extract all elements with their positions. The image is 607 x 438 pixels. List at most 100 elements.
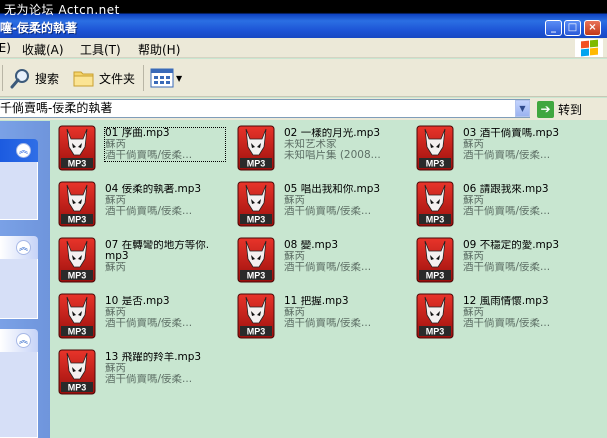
file-item[interactable]: MP3 07 在轉彎的地方等你.mp3 蘇芮 (50, 233, 220, 283)
views-icon (150, 68, 174, 88)
menu-favorites[interactable]: 收藏(A) (22, 41, 64, 58)
task-pane: ︽ ︽ ︽ (0, 121, 50, 438)
svg-text:MP3: MP3 (247, 159, 266, 169)
svg-text:MP3: MP3 (68, 215, 87, 225)
file-album: 酒干倘賣嗎/佞柔... (463, 262, 551, 273)
file-item[interactable]: MP3 01 序曲.mp3 蘇芮 酒干倘賣嗎/佞柔... (50, 121, 226, 171)
address-bar: 千倘賣嗎-佞柔的執著 ▼ ➔ 转到 (0, 98, 607, 120)
file-album: 酒干倘賣嗎/佞柔... (105, 374, 193, 385)
menu-help[interactable]: 帮助(H) (138, 41, 180, 58)
file-artist: 蘇芮 (105, 262, 126, 273)
file-text: 12 風雨情懷.mp3 蘇芮 酒干倘賣嗎/佞柔... (463, 296, 583, 329)
windows-logo-icon (575, 39, 603, 57)
task-pane-section-header[interactable]: ︽ (0, 329, 38, 352)
folder-icon (73, 71, 94, 87)
file-item[interactable]: MP3 11 把握.mp3 蘇芮 酒干倘賣嗎/佞柔... (229, 289, 399, 339)
menu-bar: (E) 收藏(A) 工具(T) 帮助(H) (0, 38, 607, 58)
file-item[interactable]: MP3 06 請跟我來.mp3 蘇芮 酒干倘賣嗎/佞柔... (408, 177, 578, 227)
file-name: 06 請跟我來.mp3 (463, 184, 549, 195)
mp3-file-icon: MP3 (237, 237, 275, 283)
file-text: 10 是否.mp3 蘇芮 酒干倘賣嗎/佞柔... (105, 296, 225, 329)
file-artist: 未知艺术家 (284, 139, 337, 150)
file-artist: 蘇芮 (463, 251, 484, 262)
address-dropdown-button[interactable]: ▼ (515, 100, 530, 117)
svg-text:MP3: MP3 (247, 271, 266, 281)
collapse-icon[interactable]: ︽ (16, 143, 31, 158)
folders-button[interactable]: 文件夹 (72, 66, 135, 90)
mp3-file-icon: MP3 (416, 293, 454, 339)
arrow-right-icon: ➔ (537, 100, 554, 118)
file-item[interactable]: MP3 13 飛躍的羚羊.mp3 蘇芮 酒干倘賣嗎/佞柔... (50, 345, 220, 395)
toolbar-separator (143, 65, 144, 91)
svg-text:MP3: MP3 (426, 215, 445, 225)
file-name: 07 在轉彎的地方等你.mp3 (105, 240, 210, 262)
task-pane-section-header[interactable]: ︽ (0, 236, 38, 259)
file-artist: 蘇芮 (463, 139, 484, 150)
mp3-file-icon: MP3 (58, 349, 96, 395)
file-list-view[interactable]: MP3 01 序曲.mp3 蘇芮 酒干倘賣嗎/佞柔... MP3 02 一樣的月… (50, 121, 607, 438)
file-album: 酒干倘賣嗎/佞柔... (105, 318, 193, 329)
svg-text:MP3: MP3 (426, 271, 445, 281)
file-name: 05 唱出我和你.mp3 (284, 184, 381, 195)
collapse-icon[interactable]: ︽ (16, 240, 31, 255)
file-artist: 蘇芮 (105, 363, 126, 374)
svg-text:MP3: MP3 (247, 215, 266, 225)
search-button[interactable]: 搜索 (10, 66, 59, 90)
toolbar-separator (2, 65, 3, 91)
file-text: 06 請跟我來.mp3 蘇芮 酒干倘賣嗎/佞柔... (463, 184, 583, 217)
file-artist: 蘇芮 (284, 307, 305, 318)
watermark-text: 无为论坛 Actcn.net (4, 3, 120, 17)
svg-text:MP3: MP3 (426, 159, 445, 169)
file-item[interactable]: MP3 08 變.mp3 蘇芮 酒干倘賣嗎/佞柔... (229, 233, 399, 283)
file-text: 09 不穩定的愛.mp3 蘇芮 酒干倘賣嗎/佞柔... (463, 240, 583, 273)
mp3-file-icon: MP3 (237, 181, 275, 227)
svg-text:MP3: MP3 (247, 327, 266, 337)
svg-text:MP3: MP3 (426, 327, 445, 337)
file-name: 04 佞柔的執著.mp3 (105, 184, 202, 195)
file-name: 10 是否.mp3 (105, 296, 170, 307)
file-name: 09 不穩定的愛.mp3 (463, 240, 560, 251)
mp3-file-icon: MP3 (416, 125, 454, 171)
go-button[interactable]: ➔ 转到 (537, 99, 582, 119)
file-name: 11 把握.mp3 (284, 296, 349, 307)
file-album: 酒干倘賣嗎/佞柔... (105, 206, 193, 217)
file-item[interactable]: MP3 04 佞柔的執著.mp3 蘇芮 酒干倘賣嗎/佞柔... (50, 177, 220, 227)
file-item[interactable]: MP3 03 酒干倘賣嗎.mp3 蘇芮 酒干倘賣嗎/佞柔... (408, 121, 578, 171)
menu-tools[interactable]: 工具(T) (80, 41, 121, 58)
file-name: 01 序曲.mp3 (105, 128, 170, 139)
file-album: 酒干倘賣嗎/佞柔... (463, 318, 551, 329)
file-item[interactable]: MP3 02 一樣的月光.mp3 未知艺术家 未知唱片集 (2008... (229, 121, 399, 171)
mp3-file-icon: MP3 (58, 181, 96, 227)
file-artist: 蘇芮 (463, 195, 484, 206)
close-button[interactable]: × (584, 20, 601, 36)
file-album: 酒干倘賣嗎/佞柔... (105, 150, 193, 161)
file-item[interactable]: MP3 12 風雨情懷.mp3 蘇芮 酒干倘賣嗎/佞柔... (408, 289, 578, 339)
file-artist: 蘇芮 (105, 307, 126, 318)
file-text: 08 變.mp3 蘇芮 酒干倘賣嗎/佞柔... (284, 240, 404, 273)
file-artist: 蘇芮 (284, 195, 305, 206)
file-album: 未知唱片集 (2008... (284, 150, 381, 161)
file-item[interactable]: MP3 10 是否.mp3 蘇芮 酒干倘賣嗎/佞柔... (50, 289, 220, 339)
file-name: 08 變.mp3 (284, 240, 339, 251)
minimize-button[interactable]: _ (545, 20, 562, 36)
address-input[interactable]: 千倘賣嗎-佞柔的執著 (0, 99, 530, 118)
file-artist: 蘇芮 (105, 139, 126, 150)
chevron-down-icon: ▼ (176, 73, 183, 83)
svg-text:MP3: MP3 (68, 271, 87, 281)
menu-edit[interactable]: (E) (0, 41, 11, 55)
views-button[interactable]: ▼ (150, 66, 182, 90)
file-item[interactable]: MP3 09 不穩定的愛.mp3 蘇芮 酒干倘賣嗎/佞柔... (408, 233, 578, 283)
task-pane-section-body (0, 162, 38, 220)
mp3-file-icon: MP3 (416, 181, 454, 227)
mp3-file-icon: MP3 (58, 237, 96, 283)
file-text: 05 唱出我和你.mp3 蘇芮 酒干倘賣嗎/佞柔... (284, 184, 404, 217)
task-pane-section-header[interactable]: ︽ (0, 139, 38, 162)
file-text: 01 序曲.mp3 蘇芮 酒干倘賣嗎/佞柔... (104, 127, 226, 162)
file-text: 07 在轉彎的地方等你.mp3 蘇芮 (105, 240, 225, 273)
file-item[interactable]: MP3 05 唱出我和你.mp3 蘇芮 酒干倘賣嗎/佞柔... (229, 177, 399, 227)
maximize-button[interactable]: □ (564, 20, 581, 36)
collapse-icon[interactable]: ︽ (16, 333, 31, 348)
file-album: 酒干倘賣嗎/佞柔... (284, 206, 372, 217)
file-name: 12 風雨情懷.mp3 (463, 296, 549, 307)
svg-text:MP3: MP3 (68, 383, 87, 393)
